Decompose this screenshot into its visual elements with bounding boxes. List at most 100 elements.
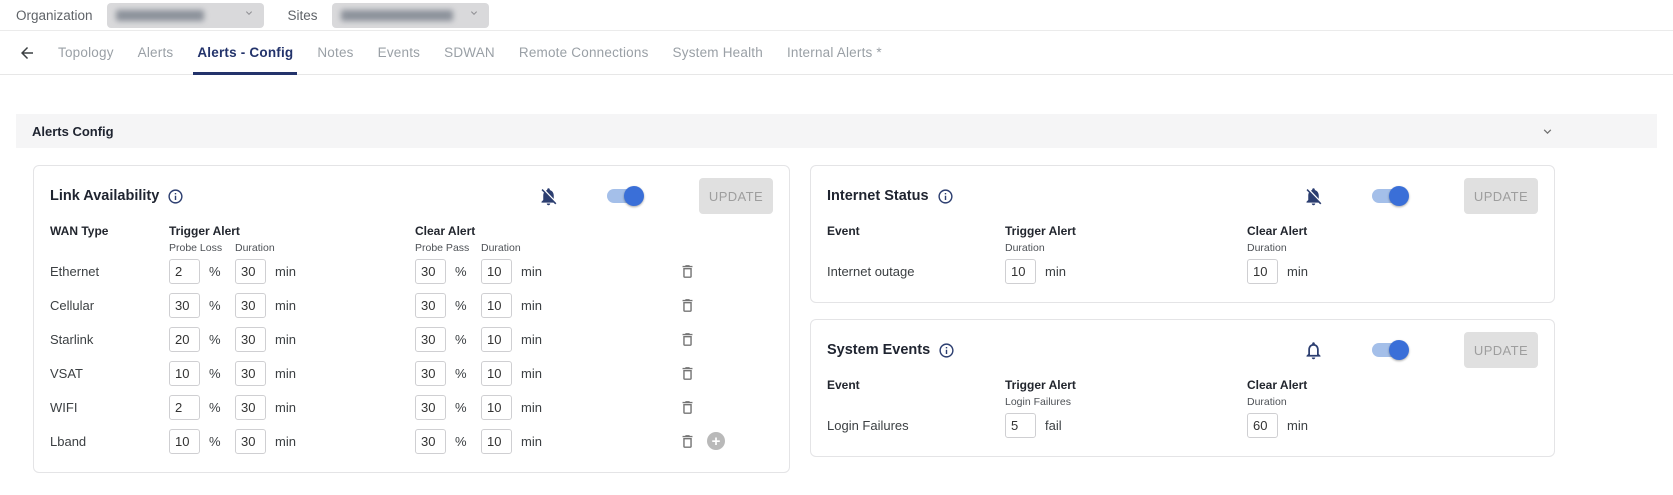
update-button[interactable]: UPDATE <box>699 178 773 214</box>
trigger-duration-input[interactable] <box>235 327 266 352</box>
clear-duration-input[interactable] <box>481 429 512 454</box>
wan-type-label: Starlink <box>50 332 169 347</box>
trigger-alert-header: Trigger Alert <box>169 224 415 238</box>
table-row: Ethernet % min % min + <box>50 254 773 288</box>
probe-loss-input[interactable] <box>169 259 200 284</box>
tab-alerts[interactable]: Alerts <box>126 31 186 74</box>
probe-loss-input[interactable] <box>169 327 200 352</box>
table-row: WIFI % min % min + <box>50 390 773 424</box>
unit-label: min <box>275 332 296 347</box>
event-header: Event <box>827 224 1005 238</box>
unit-label: % <box>209 298 221 313</box>
tab-alerts-config[interactable]: Alerts - Config <box>185 31 305 74</box>
probe-pass-input[interactable] <box>415 429 446 454</box>
tab-sdwan[interactable]: SDWAN <box>432 31 507 74</box>
trigger-duration-input[interactable] <box>235 293 266 318</box>
clear-duration-input[interactable] <box>481 259 512 284</box>
duration-header: Duration <box>1247 242 1538 254</box>
sites-select[interactable] <box>332 3 489 28</box>
event-label: Login Failures <box>827 418 1005 433</box>
clear-duration-input[interactable] <box>481 361 512 386</box>
delete-row-button[interactable] <box>679 433 696 450</box>
unit-label: min <box>1045 264 1066 279</box>
duration-header: Duration <box>235 242 415 254</box>
clear-duration-input[interactable] <box>481 327 512 352</box>
delete-row-button[interactable] <box>679 263 696 280</box>
probe-loss-input[interactable] <box>169 293 200 318</box>
trigger-duration-input[interactable] <box>235 429 266 454</box>
trigger-duration-input[interactable] <box>235 361 266 386</box>
unit-label: fail <box>1045 418 1062 433</box>
event-header: Event <box>827 378 1005 392</box>
trigger-duration-input[interactable] <box>235 395 266 420</box>
tab-notes[interactable]: Notes <box>305 31 365 74</box>
bell-icon[interactable] <box>1303 340 1324 361</box>
alerts-config-header[interactable]: Alerts Config <box>16 114 1657 148</box>
add-row-button[interactable]: + <box>707 432 725 450</box>
clear-duration-input[interactable] <box>481 293 512 318</box>
muted-bell-icon[interactable] <box>1303 186 1324 207</box>
trigger-duration-input[interactable] <box>235 259 266 284</box>
login-failures-header: Login Failures <box>1005 396 1247 408</box>
card-title: Link Availability <box>50 188 159 204</box>
clear-duration-input[interactable] <box>1247 259 1278 284</box>
tab-events[interactable]: Events <box>366 31 432 74</box>
back-button[interactable] <box>8 31 46 74</box>
update-button[interactable]: UPDATE <box>1464 332 1538 368</box>
tab-topology[interactable]: Topology <box>46 31 126 74</box>
probe-pass-input[interactable] <box>415 395 446 420</box>
table-subheader: Login Failures Duration <box>827 396 1538 408</box>
alerts-enabled-toggle[interactable] <box>607 189 641 203</box>
trigger-alert-header: Trigger Alert <box>1005 378 1247 392</box>
clear-duration-input[interactable] <box>481 395 512 420</box>
probe-loss-input[interactable] <box>169 361 200 386</box>
probe-loss-input[interactable] <box>169 395 200 420</box>
probe-pass-input[interactable] <box>415 327 446 352</box>
muted-bell-icon[interactable] <box>538 186 559 207</box>
probe-loss-input[interactable] <box>169 429 200 454</box>
login-failures-input[interactable] <box>1005 413 1036 438</box>
tab-system-health[interactable]: System Health <box>661 31 775 74</box>
table-header: Event Trigger Alert Clear Alert <box>827 224 1538 238</box>
unit-label: % <box>455 434 467 449</box>
delete-row-button[interactable] <box>679 297 696 314</box>
info-icon[interactable] <box>938 342 955 359</box>
main-content: Alerts Config Link Availability UPDATE <box>0 114 1673 473</box>
unit-label: min <box>521 298 542 313</box>
unit-label: % <box>209 366 221 381</box>
clear-alert-header: Clear Alert <box>415 224 667 238</box>
probe-pass-input[interactable] <box>415 259 446 284</box>
chevron-down-icon <box>468 6 480 24</box>
unit-label: min <box>521 366 542 381</box>
panel-title: Alerts Config <box>32 124 114 139</box>
event-label: Internet outage <box>827 264 1005 279</box>
collapse-chevron-icon[interactable] <box>1540 124 1555 139</box>
unit-label: min <box>521 264 542 279</box>
tab-internal-alerts[interactable]: Internal Alerts * <box>775 31 894 74</box>
clear-alert-header: Clear Alert <box>1247 378 1538 392</box>
wan-type-label: Lband <box>50 434 169 449</box>
trigger-duration-input[interactable] <box>1005 259 1036 284</box>
link-availability-card: Link Availability UPDATE WAN Type Trigge… <box>33 165 790 473</box>
info-icon[interactable] <box>937 188 954 205</box>
clear-duration-input[interactable] <box>1247 413 1278 438</box>
unit-label: min <box>275 298 296 313</box>
table-header: WAN Type Trigger Alert Clear Alert <box>50 224 773 238</box>
organization-select[interactable] <box>107 3 264 28</box>
tab-remote-connections[interactable]: Remote Connections <box>507 31 661 74</box>
unit-label: min <box>1287 264 1308 279</box>
update-button[interactable]: UPDATE <box>1464 178 1538 214</box>
delete-row-button[interactable] <box>679 365 696 382</box>
unit-label: % <box>455 298 467 313</box>
delete-row-button[interactable] <box>679 399 696 416</box>
unit-label: min <box>275 264 296 279</box>
wan-type-header: WAN Type <box>50 224 169 238</box>
alerts-enabled-toggle[interactable] <box>1372 343 1406 357</box>
probe-pass-input[interactable] <box>415 361 446 386</box>
alerts-enabled-toggle[interactable] <box>1372 189 1406 203</box>
probe-pass-input[interactable] <box>415 293 446 318</box>
delete-row-button[interactable] <box>679 331 696 348</box>
unit-label: % <box>209 332 221 347</box>
sites-value-redacted <box>341 10 453 21</box>
info-icon[interactable] <box>167 188 184 205</box>
